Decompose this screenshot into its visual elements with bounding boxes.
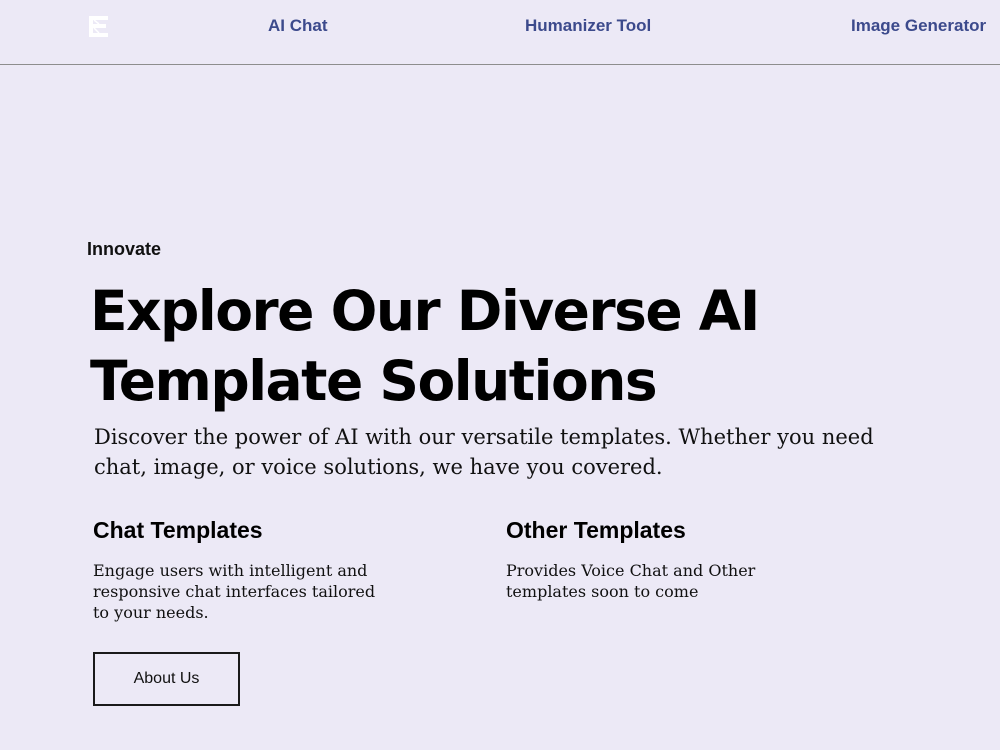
nav-link-image-generator[interactable]: Image Generator — [851, 15, 986, 37]
feature-description: Engage users with intelligent and respon… — [93, 561, 376, 622]
feature-title: Other Templates — [506, 517, 686, 543]
stacked-e-logo-icon[interactable] — [89, 15, 109, 38]
hero-eyebrow: Innovate — [87, 239, 162, 259]
nav-link-ai-chat[interactable]: AI Chat — [268, 15, 328, 37]
hero-intro: Discover the power of AI with our versat… — [94, 425, 874, 479]
feature-chat-templates: Chat Templates Engage users with intelli… — [93, 516, 393, 623]
feature-title: Chat Templates — [93, 517, 263, 543]
feature-description: Provides Voice Chat and Other templates … — [506, 561, 756, 601]
about-us-button[interactable]: About Us — [93, 652, 240, 706]
nav-link-humanizer-tool[interactable]: Humanizer Tool — [525, 15, 651, 37]
site-header: AI Chat Humanizer Tool Image Generator — [0, 0, 1000, 65]
feature-other-templates: Other Templates Provides Voice Chat and … — [506, 516, 806, 602]
hero-headline: Explore Our Diverse AI Template Solution… — [90, 279, 760, 413]
